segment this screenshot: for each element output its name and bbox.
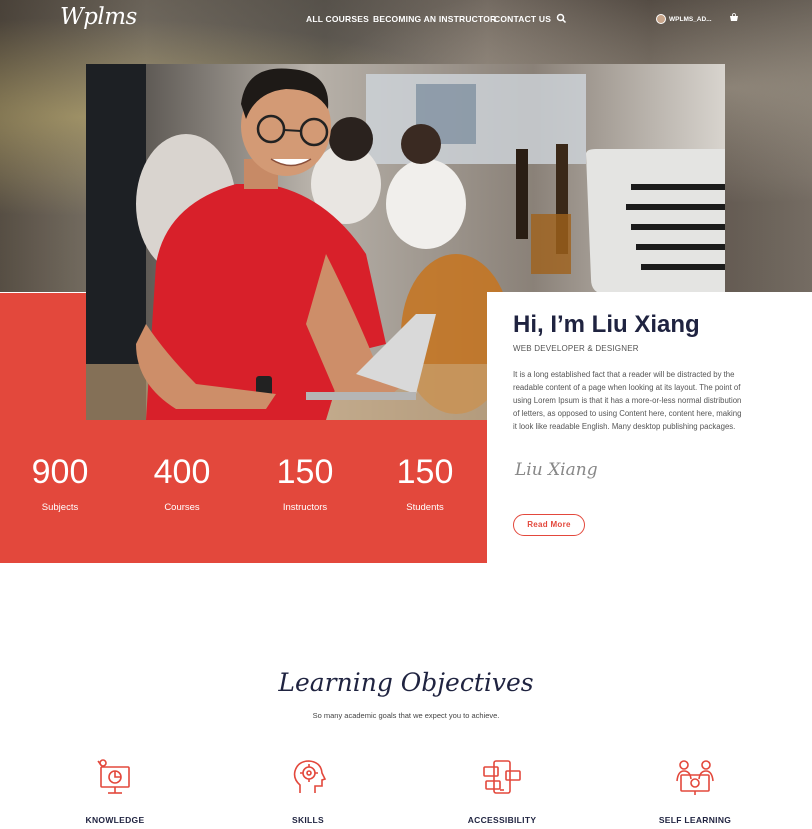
knowledge-icon	[97, 759, 130, 794]
objective-self-learning[interactable]: SELF LEARNING	[625, 757, 765, 825]
stat-label: Subjects	[41, 502, 79, 513]
objective-label: ACCESSIBILITY	[467, 815, 537, 825]
about-role: WEB DEVELOPER & DESIGNER	[513, 344, 639, 353]
stat-label: Instructors	[282, 502, 328, 513]
objective-label: SKILLS	[291, 815, 325, 825]
stat-courses: 400 Courses	[122, 452, 242, 513]
user-menu[interactable]: WPLMS_AD...	[669, 16, 712, 23]
signature: Liu Xiang	[515, 460, 598, 480]
top-navigation: Wplms ALL COURSES BECOMING AN INSTRUCTOR…	[0, 0, 812, 38]
accessibility-icon	[483, 760, 521, 794]
avatar[interactable]	[656, 14, 666, 24]
objective-skills[interactable]: SKILLS	[238, 757, 378, 825]
stat-value: 150	[396, 453, 454, 491]
section-subtitle: So many academic goals that we expect yo…	[312, 711, 500, 720]
search-icon[interactable]	[556, 13, 567, 24]
objective-accessibility[interactable]: ACCESSIBILITY	[432, 757, 572, 825]
objective-label: SELF LEARNING	[658, 815, 732, 825]
cart-icon[interactable]	[729, 13, 739, 23]
objective-knowledge[interactable]: KNOWLEDGE	[45, 757, 185, 825]
stat-value: 900	[31, 453, 89, 491]
skills-icon	[293, 760, 327, 793]
stat-subjects: 900 Subjects	[0, 452, 120, 513]
nav-all-courses[interactable]: ALL COURSES	[306, 14, 369, 24]
about-heading: Hi, I’m Liu Xiang	[513, 311, 700, 338]
objective-label: KNOWLEDGE	[85, 815, 145, 825]
nav-becoming-instructor[interactable]: BECOMING AN INSTRUCTOR	[373, 14, 496, 24]
nav-contact-us[interactable]: CONTACT US	[494, 14, 551, 24]
stat-students: 150 Students	[365, 452, 485, 513]
about-card: Hi, I’m Liu Xiang WEB DEVELOPER & DESIGN…	[487, 292, 812, 563]
read-more-button[interactable]: Read More	[513, 514, 585, 536]
site-logo[interactable]: Wplms	[60, 4, 137, 30]
self-learning-icon	[676, 760, 714, 795]
stat-value: 400	[153, 453, 211, 491]
stat-label: Courses	[164, 502, 200, 513]
about-description: It is a long established fact that a rea…	[513, 370, 742, 431]
stat-instructors: 150 Instructors	[245, 452, 365, 513]
section-title: Learning Objectives	[278, 668, 534, 697]
stat-value: 150	[276, 453, 334, 491]
stat-label: Students	[406, 502, 444, 513]
